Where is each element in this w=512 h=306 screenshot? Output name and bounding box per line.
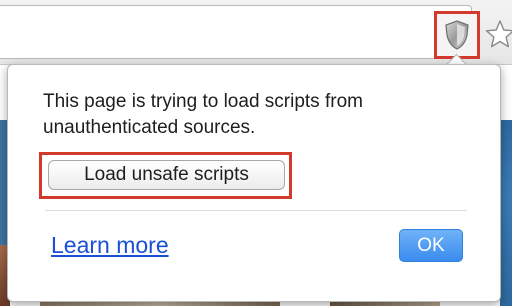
learn-more-link[interactable]: Learn more <box>51 232 169 259</box>
browser-toolbar <box>0 0 512 65</box>
address-bar[interactable] <box>0 5 472 59</box>
star-icon <box>485 20 512 48</box>
shield-button[interactable] <box>434 11 480 59</box>
background-right-banner <box>500 120 512 306</box>
bookmark-star-button[interactable] <box>484 14 512 54</box>
ok-button[interactable]: OK <box>399 229 463 262</box>
shield-icon <box>445 20 469 50</box>
bubble-message: This page is trying to load scripts from… <box>43 91 363 138</box>
load-unsafe-scripts-button[interactable]: Load unsafe scripts <box>48 160 285 190</box>
divider <box>45 210 467 211</box>
insecure-content-bubble: This page is trying to load scripts from… <box>7 64 501 302</box>
